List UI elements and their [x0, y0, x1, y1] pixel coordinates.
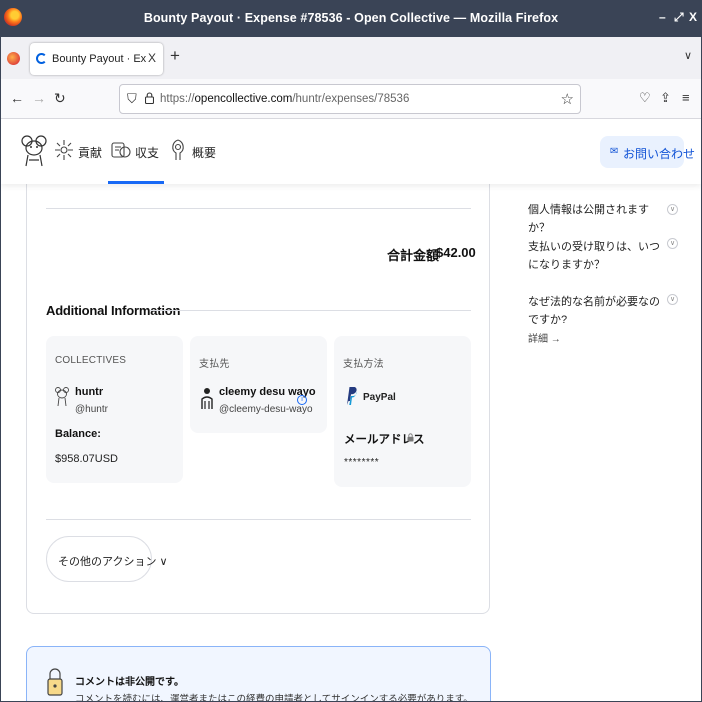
collective-handle: @huntr — [75, 404, 108, 415]
close-window-button[interactable]: X — [689, 10, 697, 24]
more-actions-label: その他のアクション ∨ — [58, 556, 168, 568]
faq-item[interactable]: なぜ法的な名前が必要なのですか? — [528, 293, 660, 329]
total-amount-label: 合計金額 — [387, 248, 440, 263]
paypal-label: PayPal — [363, 392, 396, 403]
paypal-logo-icon — [347, 387, 357, 405]
chevron-down-icon: ∨ — [159, 556, 168, 568]
faq-more-link[interactable]: 詳細 → — [528, 330, 561, 345]
chevron-down-icon[interactable]: ∨ — [667, 238, 678, 249]
new-tab-button[interactable]: + — [170, 46, 180, 66]
overview-icon — [172, 139, 184, 160]
tracking-shield-icon[interactable]: ⛉ — [127, 91, 137, 107]
finances-icon — [111, 142, 131, 158]
restore-button[interactable]: ⤢ — [674, 10, 684, 25]
total-amount-value: $42.00 — [436, 245, 476, 260]
divider — [46, 208, 471, 209]
divider — [150, 310, 471, 311]
payout-method-heading: 支払方法 — [343, 359, 384, 370]
more-actions-button[interactable]: その他のアクション ∨ — [46, 536, 168, 582]
url-text[interactable]: https://opencollective.com/huntr/expense… — [160, 93, 409, 105]
site-header: 貢献 収支 概要 ✉ お問い合わせ — [1, 120, 701, 184]
faq-item[interactable]: 個人情報は公開されますか？ — [528, 201, 660, 237]
pocket-icon[interactable]: ♡ — [639, 90, 651, 106]
bookmark-star-icon[interactable]: ☆ — [561, 90, 574, 108]
navigation-toolbar: ← → ↻ ⛉ https://opencollective.com/huntr… — [1, 79, 701, 119]
minimize-button[interactable]: – — [659, 10, 666, 24]
title-bar: Bounty Payout · Expense #78536 - Open Co… — [1, 1, 701, 37]
balance-label: Balance: — [55, 428, 101, 440]
firefox-view-icon[interactable] — [7, 52, 20, 65]
web-page: 貢献 収支 概要 ✉ お問い合わせ 合計金額 $42.00 Additional… — [1, 120, 701, 702]
collective-box: COLLECTIVES huntr @huntr Balance: $958.0… — [46, 336, 183, 483]
loading-spinner-icon — [36, 53, 47, 64]
lock-icon[interactable] — [145, 92, 154, 104]
tab-close-button[interactable]: X — [148, 51, 156, 65]
nav-active-indicator — [108, 181, 164, 184]
chevron-down-icon[interactable]: ∨ — [667, 204, 678, 215]
back-arrow-icon[interactable]: ← — [10, 90, 24, 106]
contact-button-label: お問い合わせ — [623, 147, 696, 161]
contribute-icon — [55, 140, 73, 160]
collectives-heading: COLLECTIVES — [55, 355, 127, 366]
private-comments-notice: コメントは非公開です。 コメントを読むには、運営者またはこの経費の申請者としてサ… — [26, 646, 491, 702]
list-all-tabs-button[interactable]: ∨ — [684, 49, 692, 62]
nav-label: 概要 — [192, 146, 217, 160]
payee-box: 支払先 cleemy desu wayo @cleemy-desu-wayo i — [190, 336, 327, 433]
tab-title: Bounty Payout · Expense # — [52, 53, 146, 65]
share-icon[interactable]: ⇪ — [660, 90, 671, 106]
collective-name[interactable]: huntr — [75, 386, 103, 398]
payee-avatar[interactable] — [200, 387, 214, 411]
tab-strip: Bounty Payout · Expense # X + ∨ — [1, 37, 701, 79]
nav-label: 収支 — [135, 146, 160, 160]
info-icon[interactable]: i — [297, 395, 307, 405]
window-title: Bounty Payout · Expense #78536 - Open Co… — [143, 11, 559, 25]
faq-item[interactable]: 支払いの受け取りは、いつになりますか？ — [528, 238, 660, 274]
payout-method-box: 支払方法 PayPal メールアドレス ******** — [334, 336, 471, 487]
payee-handle: @cleemy-desu-wayo — [219, 404, 313, 415]
reload-icon[interactable]: ↻ — [54, 90, 66, 107]
url-bar[interactable]: ⛉ https://opencollective.com/huntr/expen… — [119, 84, 581, 114]
balance-value: $958.07USD — [55, 453, 118, 465]
email-value: ******** — [344, 457, 380, 468]
chevron-down-icon[interactable]: ∨ — [667, 294, 678, 305]
mail-icon: ✉ — [610, 146, 619, 157]
divider — [46, 519, 471, 520]
lock-icon — [407, 433, 414, 442]
notice-body: コメントを読むには、運営者またはこの経費の申請者としてサインインする必要がありま… — [75, 694, 473, 702]
tab-active[interactable]: Bounty Payout · Expense # X — [30, 43, 163, 75]
lock-illustration-icon — [47, 668, 63, 696]
browser-window: Bounty Payout · Expense #78536 - Open Co… — [0, 0, 702, 702]
forward-arrow-icon[interactable]: → — [32, 90, 46, 106]
contact-button[interactable]: ✉ お問い合わせ — [600, 136, 695, 168]
huntr-avatar[interactable] — [55, 386, 69, 408]
payee-heading: 支払先 — [199, 359, 230, 370]
notice-title: コメントは非公開です。 — [75, 677, 184, 688]
nav-label: 貢献 — [78, 146, 103, 160]
huntr-logo-icon[interactable] — [21, 134, 47, 168]
menu-hamburger-icon[interactable]: ≡ — [682, 90, 690, 105]
